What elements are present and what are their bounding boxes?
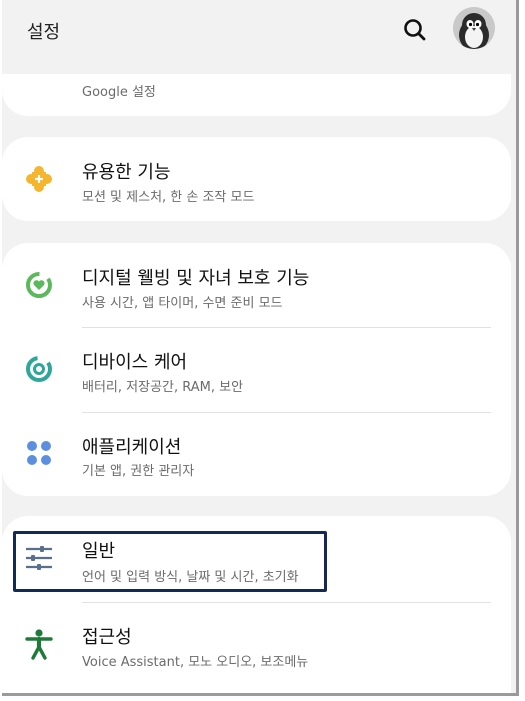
refresh-ring-icon bbox=[26, 356, 52, 382]
heart-ring-icon bbox=[26, 272, 52, 298]
search-icon[interactable] bbox=[400, 15, 430, 45]
settings-item-device-care[interactable]: 디바이스 케어 배터리, 저장공간, RAM, 보안 bbox=[2, 328, 511, 412]
settings-item-title: 유용한 기능 bbox=[82, 162, 171, 183]
settings-item-subtitle: 배터리, 저장공간, RAM, 보안 bbox=[82, 380, 244, 395]
settings-item-title: 디바이스 케어 bbox=[82, 352, 188, 373]
settings-item-title: 접근성 bbox=[82, 627, 132, 648]
settings-item-advanced[interactable]: 유용한 기능 모션 및 제스처, 한 손 조작 모드 bbox=[2, 137, 511, 221]
settings-item-apps[interactable]: 애플리케이션 기본 앱, 권한 관리자 bbox=[2, 413, 511, 496]
app-bar: 설정 bbox=[2, 0, 516, 74]
highlight-box bbox=[13, 531, 327, 592]
penguin-avatar-icon bbox=[453, 7, 495, 49]
card-advanced: 유용한 기능 모션 및 제스처, 한 손 조작 모드 bbox=[2, 137, 511, 221]
settings-item-subtitle: 사용 시간, 앱 타이머, 수면 준비 모드 bbox=[82, 296, 283, 311]
settings-screen: Google 설정 설정 유용한 기능 모션 및 제스처, 한 손 조작 모드 … bbox=[2, 0, 519, 696]
puzzle-gear-icon bbox=[26, 166, 52, 192]
settings-item-title: 애플리케이션 bbox=[82, 437, 182, 458]
settings-item-subtitle: Voice Assistant, 모노 오디오, 보조메뉴 bbox=[82, 655, 309, 670]
settings-item-subtitle: 모션 및 제스처, 한 손 조작 모드 bbox=[82, 190, 255, 205]
card-device: 디지털 웰빙 및 자녀 보호 기능 사용 시간, 앱 타이머, 수면 준비 모드… bbox=[2, 243, 511, 496]
four-dots-icon bbox=[27, 441, 51, 465]
accessibility-icon bbox=[25, 629, 53, 660]
page-title: 설정 bbox=[27, 22, 61, 43]
settings-item-title: 디지털 웰빙 및 자녀 보호 기능 bbox=[82, 268, 310, 289]
avatar[interactable] bbox=[453, 7, 495, 49]
settings-item-subtitle: Google 설정 bbox=[82, 85, 156, 100]
settings-item-subtitle: 기본 앱, 권한 관리자 bbox=[82, 464, 195, 479]
settings-item-accessibility[interactable]: 접근성 Voice Assistant, 모노 오디오, 보조메뉴 bbox=[2, 603, 511, 689]
settings-item-wellbeing[interactable]: 디지털 웰빙 및 자녀 보호 기능 사용 시간, 앱 타이머, 수면 준비 모드 bbox=[2, 243, 511, 327]
